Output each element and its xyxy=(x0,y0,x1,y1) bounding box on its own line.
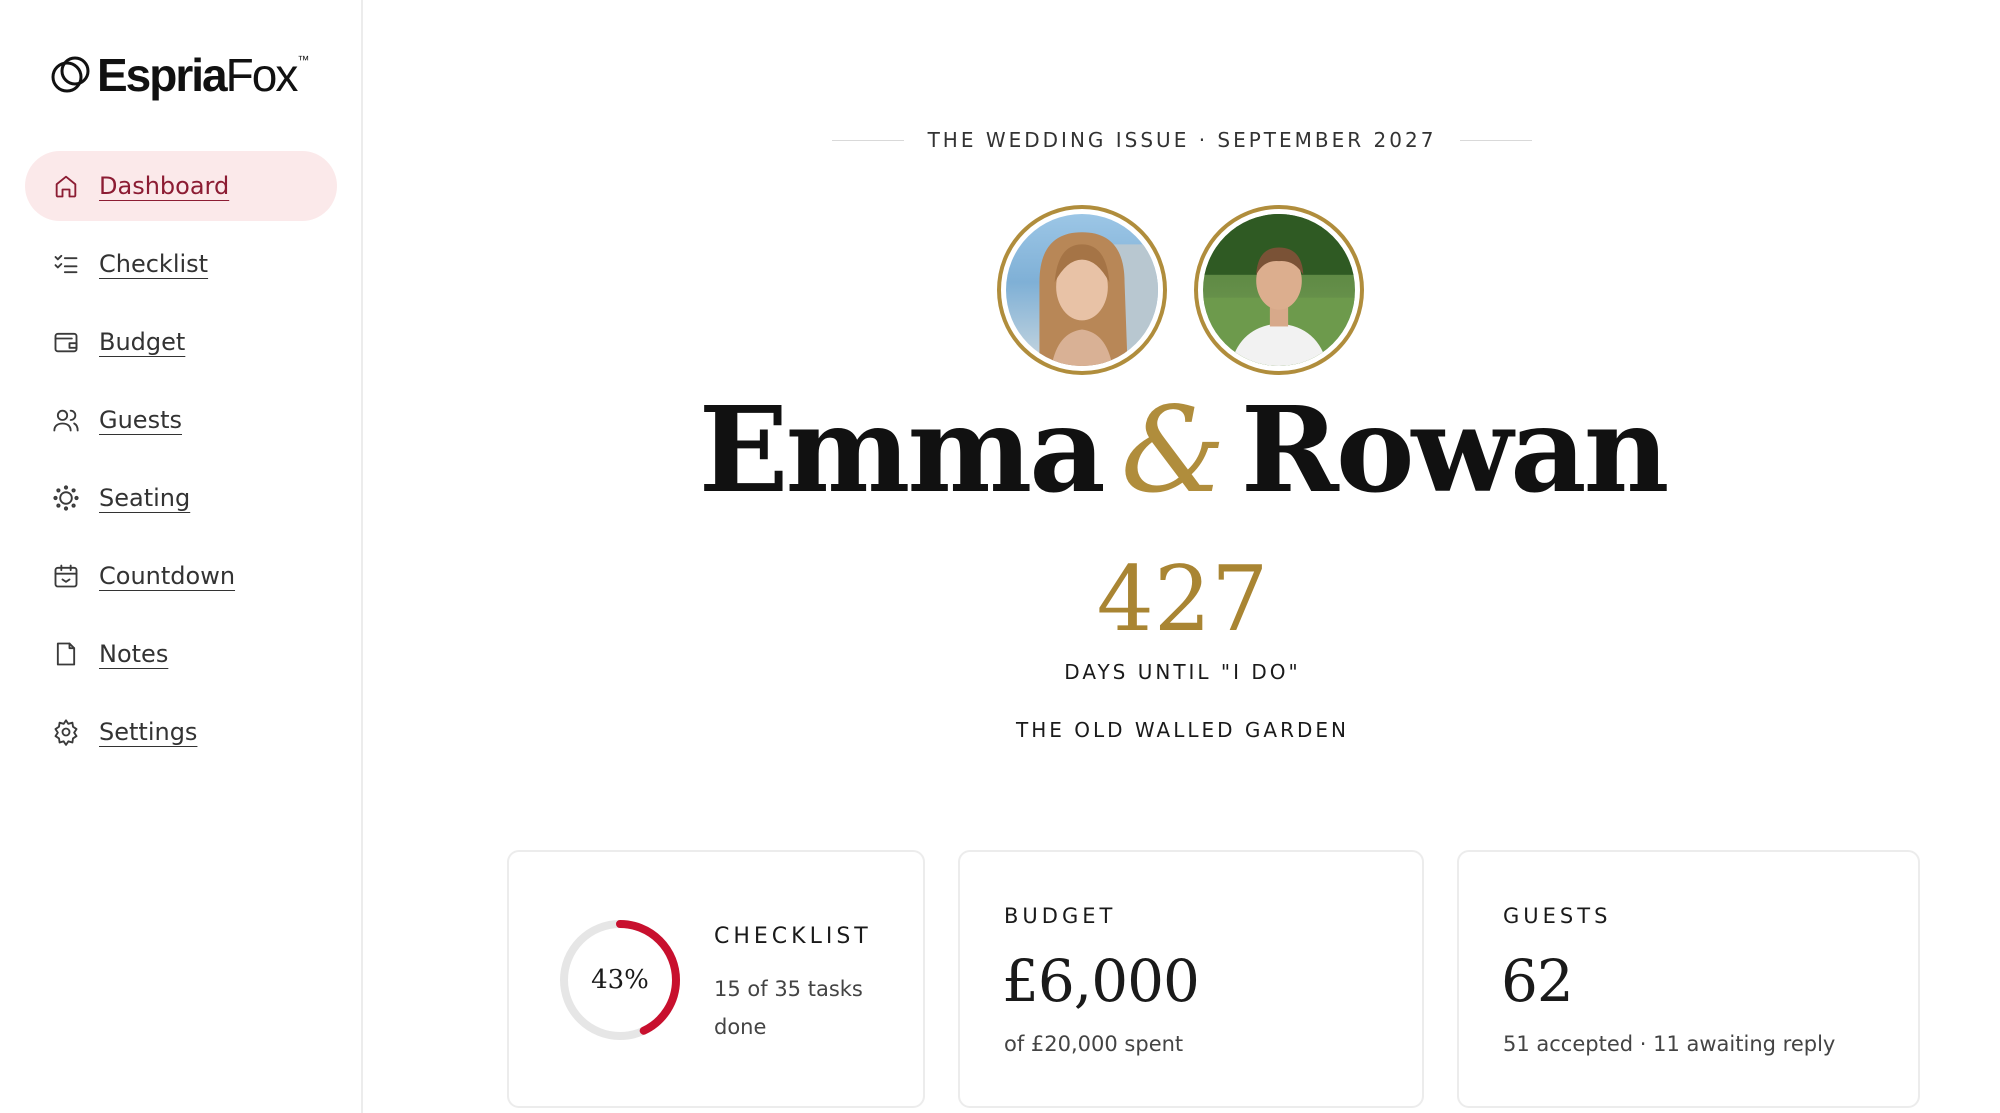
sidebar-item-checklist[interactable]: Checklist xyxy=(25,229,337,299)
note-icon xyxy=(51,639,81,669)
sidebar-item-label[interactable]: Settings xyxy=(99,718,197,746)
budget-spent-value: £6,000 xyxy=(1002,947,1200,1015)
sidebar: EspriaFox ™ Dashboard Checklist Budget G… xyxy=(0,0,363,1113)
issue-label: THE WEDDING ISSUE · SEPTEMBER 2027 xyxy=(927,128,1437,152)
divider xyxy=(832,139,904,141)
days-label: DAYS UNTIL "I DO" xyxy=(1064,660,1301,684)
sidebar-item-label[interactable]: Budget xyxy=(99,328,185,356)
sidebar-item-label[interactable]: Dashboard xyxy=(99,172,229,200)
avatar-partner-2[interactable] xyxy=(1194,205,1364,375)
couple-names: Emma & Rowan xyxy=(365,385,2000,516)
checklist-percent: 43% xyxy=(591,965,649,995)
sidebar-item-label[interactable]: Notes xyxy=(99,640,168,668)
venue-name: THE OLD WALLED GARDEN xyxy=(1015,718,1349,742)
gear-icon xyxy=(51,717,81,747)
budget-card[interactable]: BUDGET £6,000 of £20,000 spent xyxy=(958,850,1424,1108)
partner-2-name: Rowan xyxy=(1240,380,1670,519)
days-countdown: 427 xyxy=(1096,547,1269,652)
checklist-subtitle: 15 of 35 tasks done xyxy=(714,977,863,1039)
sidebar-item-label[interactable]: Checklist xyxy=(99,250,208,278)
issue-banner: THE WEDDING ISSUE · SEPTEMBER 2027 xyxy=(832,128,1533,152)
budget-total-note: of £20,000 spent xyxy=(1004,1032,1184,1056)
calendar-icon xyxy=(51,561,81,591)
dashboard-main: THE WEDDING ISSUE · SEPTEMBER 2027 Emma … xyxy=(365,0,2000,1113)
checklist-card[interactable]: 43% CHECKLIST 15 of 35 tasks done xyxy=(507,850,925,1108)
budget-title: BUDGET xyxy=(1004,904,1117,928)
seating-icon xyxy=(51,483,81,513)
users-icon xyxy=(51,405,81,435)
home-icon xyxy=(51,171,81,201)
sidebar-item-seating[interactable]: Seating xyxy=(25,463,337,533)
wallet-icon xyxy=(51,327,81,357)
sidebar-item-notes[interactable]: Notes xyxy=(25,619,337,689)
ampersand: & xyxy=(1120,381,1226,519)
sidebar-item-countdown[interactable]: Countdown xyxy=(25,541,337,611)
checklist-progress-ring: 43% xyxy=(557,917,683,1043)
brand-trademark: ™ xyxy=(297,53,310,67)
brand-logo[interactable]: EspriaFox ™ xyxy=(49,49,309,101)
avatar-partner-1[interactable] xyxy=(997,205,1167,375)
checklist-title: CHECKLIST xyxy=(714,924,872,949)
guests-title: GUESTS xyxy=(1503,904,1612,928)
sidebar-item-label[interactable]: Countdown xyxy=(99,562,235,590)
sidebar-nav: Dashboard Checklist Budget Guests Seatin… xyxy=(25,151,337,775)
sidebar-item-budget[interactable]: Budget xyxy=(25,307,337,377)
sidebar-item-settings[interactable]: Settings xyxy=(25,697,337,767)
logo-mark-icon xyxy=(49,53,93,97)
checklist-icon xyxy=(51,249,81,279)
guests-rsvp-note: 51 accepted · 11 awaiting reply xyxy=(1503,1032,1836,1056)
couple-avatars xyxy=(997,205,1364,375)
guests-card[interactable]: GUESTS 62 51 accepted · 11 awaiting repl… xyxy=(1457,850,1920,1108)
sidebar-item-label[interactable]: Seating xyxy=(99,484,190,512)
sidebar-item-label[interactable]: Guests xyxy=(99,406,182,434)
partner-1-name: Emma xyxy=(698,380,1106,519)
brand-name: EspriaFox xyxy=(97,49,298,101)
guests-count-value: 62 xyxy=(1501,947,1574,1015)
sidebar-item-dashboard[interactable]: Dashboard xyxy=(25,151,337,221)
sidebar-item-guests[interactable]: Guests xyxy=(25,385,337,455)
divider xyxy=(1460,139,1533,141)
